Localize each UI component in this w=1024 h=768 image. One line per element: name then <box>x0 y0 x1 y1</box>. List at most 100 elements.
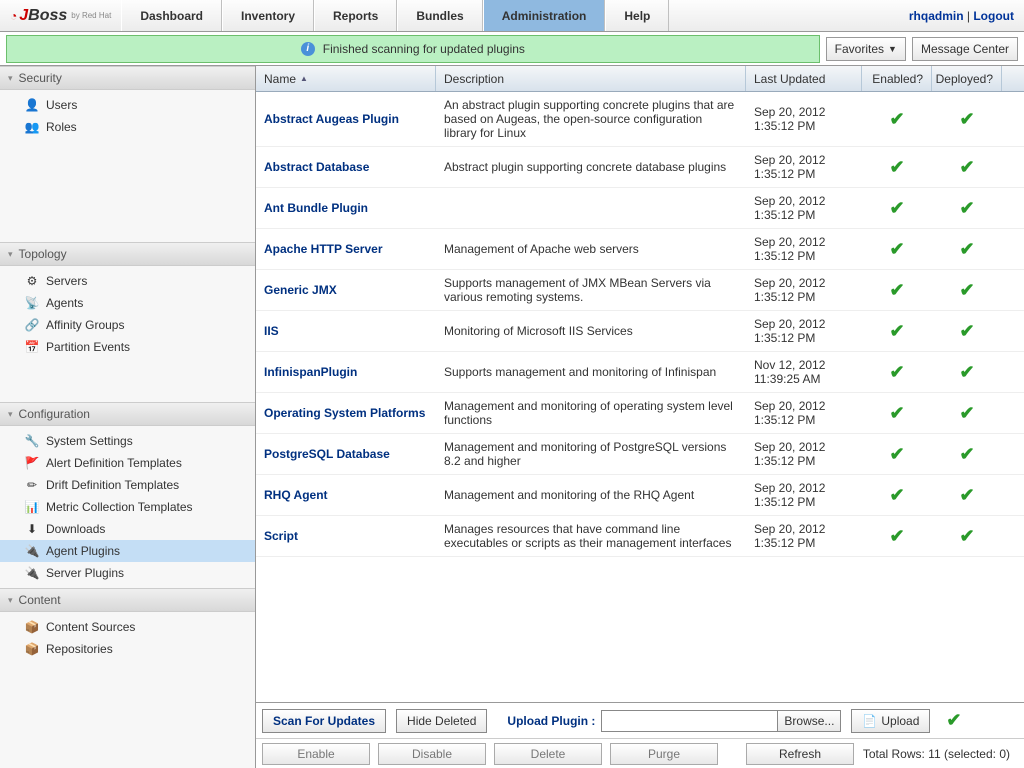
table-row[interactable]: Abstract Augeas PluginAn abstract plugin… <box>256 92 1024 147</box>
plugin-name-link[interactable]: Operating System Platforms <box>256 406 436 420</box>
plugin-deployed: ✔ <box>932 526 1002 547</box>
sidebar-item-server-plugins[interactable]: 🔌Server Plugins <box>0 562 255 584</box>
col-header-last-updated[interactable]: Last Updated <box>746 66 862 91</box>
plugin-description: Supports management of JMX MBean Servers… <box>436 276 746 304</box>
upload-file-text[interactable] <box>602 711 777 731</box>
plugin-description: Supports management and monitoring of In… <box>436 365 746 379</box>
sidebar-item-content-sources[interactable]: 📦Content Sources <box>0 616 255 638</box>
sidebar-item-roles[interactable]: 👥Roles <box>0 116 255 138</box>
check-icon: ✔ <box>889 485 904 505</box>
message-center-button[interactable]: Message Center <box>912 37 1018 61</box>
plugin-name-link[interactable]: Generic JMX <box>256 283 436 297</box>
sidebar-item-partition-events[interactable]: 📅Partition Events <box>0 336 255 358</box>
disable-button[interactable]: Disable <box>378 743 486 765</box>
nav-tab-inventory[interactable]: Inventory <box>222 0 314 31</box>
section-content[interactable]: ▾Content <box>0 588 255 612</box>
sidebar-item-affinity-groups[interactable]: 🔗Affinity Groups <box>0 314 255 336</box>
table-row[interactable]: Operating System PlatformsManagement and… <box>256 393 1024 434</box>
plugin-name-link[interactable]: Apache HTTP Server <box>256 242 436 256</box>
check-icon: ✔ <box>959 198 974 218</box>
browse-button[interactable]: Browse... <box>777 711 840 731</box>
logout-link[interactable]: Logout <box>973 9 1014 23</box>
plugin-enabled: ✔ <box>862 526 932 547</box>
enable-button[interactable]: Enable <box>262 743 370 765</box>
plugin-last-updated: Sep 20, 20121:35:12 PM <box>746 105 862 133</box>
action-toolbar: Scan For Updates Hide Deleted Upload Plu… <box>256 702 1024 738</box>
sidebar-item-servers[interactable]: ⚙Servers <box>0 270 255 292</box>
plugin-enabled: ✔ <box>862 485 932 506</box>
table-row[interactable]: Abstract DatabaseAbstract plugin support… <box>256 147 1024 188</box>
wrench-icon: 🔧 <box>24 433 40 449</box>
sidebar-item-drift-definition-templates[interactable]: ✏Drift Definition Templates <box>0 474 255 496</box>
plugin-last-updated: Sep 20, 20121:35:12 PM <box>746 235 862 263</box>
nav-tab-reports[interactable]: Reports <box>314 0 397 31</box>
nav-tab-dashboard[interactable]: Dashboard <box>121 0 222 31</box>
table-row[interactable]: IISMonitoring of Microsoft IIS ServicesS… <box>256 311 1024 352</box>
table-row[interactable]: RHQ AgentManagement and monitoring of th… <box>256 475 1024 516</box>
plugin-description: An abstract plugin supporting concrete p… <box>436 98 746 140</box>
table-row[interactable]: PostgreSQL DatabaseManagement and monito… <box>256 434 1024 475</box>
sidebar: ▾Security 👤Users👥Roles ▾Topology ⚙Servers📡A… <box>0 66 256 768</box>
sidebar-item-label: Alert Definition Templates <box>46 456 182 470</box>
col-header-description[interactable]: Description <box>436 66 746 91</box>
col-header-name[interactable]: Name▲ <box>256 66 436 91</box>
sidebar-item-downloads[interactable]: ⬇Downloads <box>0 518 255 540</box>
plugin-name-link[interactable]: Script <box>256 529 436 543</box>
scan-updates-button[interactable]: Scan For Updates <box>262 709 386 733</box>
username-link[interactable]: rhqadmin <box>909 9 964 23</box>
plugin-last-updated: Sep 20, 20121:35:12 PM <box>746 522 862 550</box>
plugin-enabled: ✔ <box>862 280 932 301</box>
upload-file-input[interactable]: Browse... <box>601 710 841 732</box>
sidebar-item-agent-plugins[interactable]: 🔌Agent Plugins <box>0 540 255 562</box>
table-row[interactable]: Apache HTTP ServerManagement of Apache w… <box>256 229 1024 270</box>
table-row[interactable]: InfinispanPluginSupports management and … <box>256 352 1024 393</box>
sidebar-item-alert-definition-templates[interactable]: 🚩Alert Definition Templates <box>0 452 255 474</box>
hide-deleted-button[interactable]: Hide Deleted <box>396 709 487 733</box>
top-bar: ◔ JBoss by Red Hat DashboardInventoryRep… <box>0 0 1024 32</box>
check-icon: ✔ <box>959 321 974 341</box>
nav-tab-administration[interactable]: Administration <box>483 0 606 31</box>
plugin-last-updated: Sep 20, 20121:35:12 PM <box>746 153 862 181</box>
plugin-description: Management and monitoring of PostgreSQL … <box>436 440 746 468</box>
col-header-deployed[interactable]: Deployed? <box>932 66 1002 91</box>
plugin-name-link[interactable]: PostgreSQL Database <box>256 447 436 461</box>
plugin-last-updated: Sep 20, 20121:35:12 PM <box>746 317 862 345</box>
favorites-button[interactable]: Favorites▼ <box>826 37 906 61</box>
delete-button[interactable]: Delete <box>494 743 602 765</box>
sidebar-item-users[interactable]: 👤Users <box>0 94 255 116</box>
refresh-button[interactable]: Refresh <box>746 743 854 765</box>
purge-button[interactable]: Purge <box>610 743 718 765</box>
table-row[interactable]: Generic JMXSupports management of JMX MB… <box>256 270 1024 311</box>
section-security[interactable]: ▾Security <box>0 66 255 90</box>
section-topology[interactable]: ▾Topology <box>0 242 255 266</box>
sidebar-item-label: Metric Collection Templates <box>46 500 193 514</box>
plugin-name-link[interactable]: RHQ Agent <box>256 488 436 502</box>
plugin-name-link[interactable]: InfinispanPlugin <box>256 365 436 379</box>
upload-button[interactable]: 📄 Upload <box>851 709 930 733</box>
plugin-last-updated: Sep 20, 20121:35:12 PM <box>746 194 862 222</box>
drift-icon: ✏ <box>24 477 40 493</box>
sidebar-item-system-settings[interactable]: 🔧System Settings <box>0 430 255 452</box>
nav-tab-bundles[interactable]: Bundles <box>397 0 482 31</box>
table-row[interactable]: ScriptManages resources that have comman… <box>256 516 1024 557</box>
grid-body[interactable]: Abstract Augeas PluginAn abstract plugin… <box>256 92 1024 702</box>
plugin-deployed: ✔ <box>932 403 1002 424</box>
plugin-name-link[interactable]: IIS <box>256 324 436 338</box>
section-label: Configuration <box>19 407 90 421</box>
plugin-name-link[interactable]: Abstract Database <box>256 160 436 174</box>
logo-subtext: by Red Hat <box>71 11 111 20</box>
nav-tab-help[interactable]: Help <box>605 0 669 31</box>
sidebar-item-agents[interactable]: 📡Agents <box>0 292 255 314</box>
gear-icon: ⚙ <box>24 273 40 289</box>
sidebar-item-label: Repositories <box>46 642 113 656</box>
check-icon: ✔ <box>889 239 904 259</box>
table-row[interactable]: Ant Bundle Plugin Sep 20, 20121:35:12 PM ✔… <box>256 188 1024 229</box>
check-icon: ✔ <box>889 157 904 177</box>
section-configuration[interactable]: ▾Configuration <box>0 402 255 426</box>
sidebar-item-repositories[interactable]: 📦Repositories <box>0 638 255 660</box>
plugin-description: Management and monitoring of operating s… <box>436 399 746 427</box>
plugin-name-link[interactable]: Ant Bundle Plugin <box>256 201 436 215</box>
sidebar-item-metric-collection-templates[interactable]: 📊Metric Collection Templates <box>0 496 255 518</box>
col-header-enabled[interactable]: Enabled? <box>862 66 932 91</box>
plugin-name-link[interactable]: Abstract Augeas Plugin <box>256 112 436 126</box>
